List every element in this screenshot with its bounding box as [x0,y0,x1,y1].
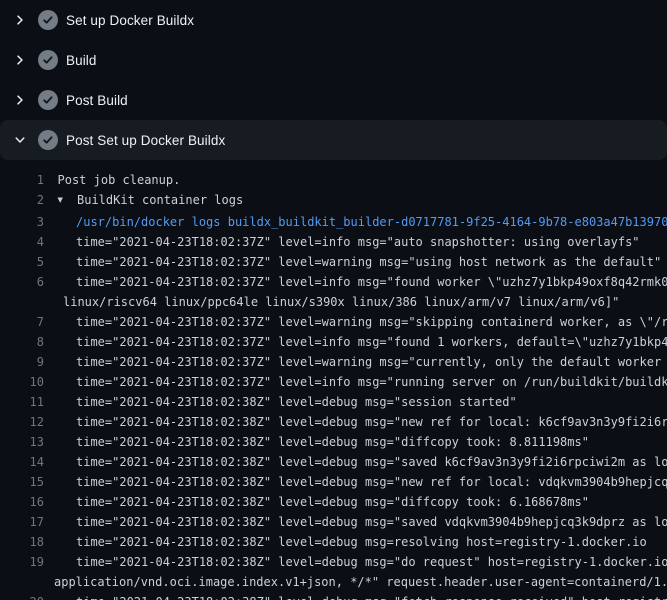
line-number [0,572,44,592]
line-number[interactable]: 13 [0,432,44,452]
log-line-11: 11 time="2021-04-23T18:02:38Z" level=debu… [0,392,667,412]
log-text: time="2021-04-23T18:02:38Z" level=debug … [76,412,667,432]
step-label: Post Set up Docker Buildx [66,133,225,148]
line-number[interactable]: 8 [0,332,44,352]
log-text: time="2021-04-23T18:02:38Z" level=debug … [76,472,667,492]
log-line-5: 5 time="2021-04-23T18:02:37Z" level=warni… [0,252,667,272]
line-number[interactable]: 3 [0,212,44,232]
check-circle-icon [38,130,58,150]
log-text: time="2021-04-23T18:02:38Z" level=debug … [76,392,517,412]
log-text: application/vnd.oci.image.index.v1+json,… [54,572,667,592]
log-line-3: 3/usr/bin/docker logs buildx_buildkit_bu… [0,212,667,232]
line-number[interactable]: 14 [0,452,44,472]
step-row-post-build[interactable]: Post Build [0,80,667,120]
step-row-build[interactable]: Build [0,40,667,80]
log-line-1: 1 Post job cleanup. [0,170,667,190]
line-number[interactable]: 4 [0,232,44,252]
line-number[interactable]: 2 [0,190,44,212]
log-line-continuation: linux/riscv64 linux/ppc64le linux/s390x … [0,292,667,312]
line-number[interactable]: 16 [0,492,44,512]
log-panel[interactable]: 1 Post job cleanup. 2 ▼BuildKit container l… [0,160,667,600]
log-text: time="2021-04-23T18:02:38Z" level=debug … [76,432,589,452]
line-number[interactable]: 20 [0,592,44,600]
step-row-set-up-docker-buildx[interactable]: Set up Docker Buildx [0,0,667,40]
line-number[interactable]: 9 [0,352,44,372]
log-text: time="2021-04-23T18:02:37Z" level=warnin… [76,252,661,272]
line-number[interactable]: 15 [0,472,44,492]
line-number[interactable]: 1 [0,170,44,190]
log-line-7: 7 time="2021-04-23T18:02:37Z" level=warni… [0,312,667,332]
log-text: time="2021-04-23T18:02:38Z" level=debug … [76,452,667,472]
log-text: time="2021-04-23T18:02:37Z" level=info m… [76,232,640,252]
step-label: Build [66,53,97,68]
chevron-right-icon[interactable] [14,92,38,108]
log-line-19: 19 time="2021-04-23T18:02:38Z" level=debu… [0,552,667,572]
log-line-continuation: application/vnd.oci.image.index.v1+json,… [0,572,667,592]
log-text: Post job cleanup. [58,170,181,190]
check-circle-icon [38,50,58,70]
log-text: time="2021-04-23T18:02:37Z" level=warnin… [76,352,667,372]
step-row-post-set-up-docker-buildx[interactable]: Post Set up Docker Buildx [0,120,667,160]
line-number[interactable]: 10 [0,372,44,392]
log-line-2: 2 ▼BuildKit container logs [0,190,667,212]
line-number[interactable]: 7 [0,312,44,332]
log-line-4: 4 time="2021-04-23T18:02:37Z" level=info … [0,232,667,252]
log-text: time="2021-04-23T18:02:37Z" level=info m… [76,272,667,292]
line-number[interactable]: 5 [0,252,44,272]
line-number [0,292,44,312]
line-number[interactable]: 19 [0,552,44,572]
actions-log-viewer: Set up Docker Buildx Build Post Build Post … [0,0,667,600]
group-label: BuildKit container logs [77,193,243,207]
log-text: time="2021-04-23T18:02:38Z" level=debug … [76,552,667,572]
chevron-right-icon[interactable] [14,12,38,28]
step-label: Set up Docker Buildx [66,13,194,28]
log-text: time="2021-04-23T18:02:38Z" level=debug … [76,592,667,600]
log-text: time="2021-04-23T18:02:37Z" level=warnin… [76,312,667,332]
line-number[interactable]: 11 [0,392,44,412]
log-line-18: 18 time="2021-04-23T18:02:38Z" level=debu… [0,532,667,552]
log-text: time="2021-04-23T18:02:38Z" level=debug … [76,492,589,512]
log-line-8: 8 time="2021-04-23T18:02:37Z" level=info … [0,332,667,352]
log-line-16: 16 time="2021-04-23T18:02:38Z" level=debu… [0,492,667,512]
check-circle-icon [38,90,58,110]
line-number[interactable]: 18 [0,532,44,552]
log-text: time="2021-04-23T18:02:38Z" level=debug … [76,512,667,532]
log-line-15: 15 time="2021-04-23T18:02:38Z" level=debu… [0,472,667,492]
log-line-10: 10 time="2021-04-23T18:02:37Z" level=info… [0,372,667,392]
command-text: /usr/bin/docker logs buildx_buildkit_bui… [76,212,667,232]
line-number[interactable]: 17 [0,512,44,532]
log-line-14: 14 time="2021-04-23T18:02:38Z" level=debu… [0,452,667,472]
check-circle-icon [38,10,58,30]
line-number[interactable]: 6 [0,272,44,292]
line-number[interactable]: 12 [0,412,44,432]
log-line-13: 13 time="2021-04-23T18:02:38Z" level=debu… [0,432,667,452]
step-list: Set up Docker Buildx Build Post Build Post … [0,0,667,160]
log-text: time="2021-04-23T18:02:37Z" level=info m… [76,332,667,352]
log-line-9: 9 time="2021-04-23T18:02:37Z" level=warni… [0,352,667,372]
step-label: Post Build [66,93,128,108]
log-text: linux/riscv64 linux/ppc64le linux/s390x … [63,292,619,312]
group-caret-icon[interactable]: ▼ [58,191,78,211]
log-text: time="2021-04-23T18:02:38Z" level=debug … [76,532,647,552]
log-line-20: 20 time="2021-04-23T18:02:38Z" level=debu… [0,592,667,600]
log-line-17: 17 time="2021-04-23T18:02:38Z" level=debu… [0,512,667,532]
chevron-down-icon[interactable] [14,132,38,148]
log-line-6: 6 time="2021-04-23T18:02:37Z" level=info … [0,272,667,292]
chevron-right-icon[interactable] [14,52,38,68]
log-group-header[interactable]: ▼BuildKit container logs [58,190,244,212]
log-line-12: 12 time="2021-04-23T18:02:38Z" level=debu… [0,412,667,432]
log-text: time="2021-04-23T18:02:37Z" level=info m… [76,372,667,392]
